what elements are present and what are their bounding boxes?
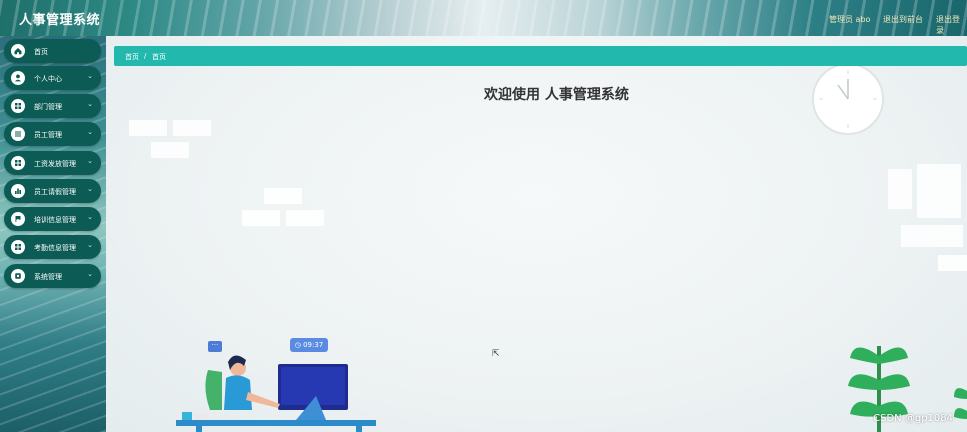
chevron-down-icon: ⌄ (87, 241, 93, 249)
sidebar-item-leave[interactable]: 员工请假管理 ⌄ (4, 179, 101, 203)
current-user-label: 管理员 abo (829, 15, 871, 24)
sidebar-item-label: 部门管理 (34, 103, 62, 111)
sidebar-item-label: 个人中心 (34, 75, 62, 83)
decor-tile (242, 210, 280, 226)
chevron-down-icon: ⌄ (87, 100, 93, 108)
sidebar-item-label: 考勤信息管理 (34, 244, 76, 252)
app-title: 人事管理系统 (19, 13, 101, 28)
decor-tile (286, 210, 324, 226)
sidebar-item-employee[interactable]: 员工管理 ⌄ (4, 122, 101, 146)
chevron-down-icon: ⌄ (87, 157, 93, 165)
sidebar-item-label: 员工管理 (34, 131, 62, 139)
plant-illustration (954, 388, 967, 419)
sidebar-item-salary[interactable]: 工资发放管理 ⌄ (4, 151, 101, 175)
decor-tile (173, 120, 211, 136)
sidebar-item-label: 培训信息管理 (34, 216, 76, 224)
sidebar-item-training[interactable]: 培训信息管理 ⌄ (4, 207, 101, 231)
decor-tile (151, 142, 189, 158)
decor-tile (129, 120, 167, 136)
sidebar-item-system[interactable]: 系统管理 ⌄ (4, 264, 101, 288)
decor-tile (888, 169, 912, 209)
sidebar-item-department[interactable]: 部门管理 ⌄ (4, 94, 101, 118)
flag-icon (11, 212, 25, 226)
back-to-frontend-link[interactable]: 退出到前台 (883, 14, 923, 25)
chevron-down-icon: ⌄ (87, 270, 93, 278)
breadcrumb-home-link[interactable]: 首页 (125, 52, 139, 62)
grid-icon (11, 99, 25, 113)
grid-icon (11, 156, 25, 170)
watermark: CSDN @gp1084 (873, 413, 953, 424)
office-worker-illustration (176, 355, 376, 432)
sidebar-item-label: 首页 (34, 48, 48, 56)
chevron-down-icon: ⌄ (87, 128, 93, 136)
chevron-down-icon: ⌄ (87, 72, 93, 80)
chevron-down-icon: ⌄ (87, 185, 93, 193)
list-icon (11, 127, 25, 141)
wall-clock-illustration (812, 63, 884, 135)
decor-tile (917, 164, 961, 218)
page-title: 欢迎使用 人事管理系统 (484, 87, 629, 103)
breadcrumb-current: 首页 (152, 53, 166, 61)
user-icon (11, 71, 25, 85)
grid-icon (11, 240, 25, 254)
sidebar: 首页 个人中心 ⌄ 部门管理 ⌄ 员工管理 ⌄ 工资发放管理 ⌄ 员工请假管理 (0, 36, 106, 432)
decor-tile (264, 188, 302, 204)
sidebar-item-label: 员工请假管理 (34, 188, 76, 196)
mouse-cursor-icon: ⇱ (492, 349, 500, 359)
sidebar-item-attendance[interactable]: 考勤信息管理 ⌄ (4, 235, 101, 259)
sidebar-item-personal-center[interactable]: 个人中心 ⌄ (4, 66, 101, 90)
breadcrumb: 首页 / 首页 (114, 46, 967, 66)
main-content: 首页 / 首页 欢迎使用 人事管理系统 ··· ◷ 09:37 ⇱ (106, 36, 967, 432)
sidebar-item-home[interactable]: 首页 (4, 39, 101, 63)
decor-tile (901, 225, 963, 247)
logout-link[interactable]: 退出登录 (936, 14, 967, 36)
sidebar-item-label: 工资发放管理 (34, 160, 76, 168)
chevron-down-icon: ⌄ (87, 213, 93, 221)
top-header: 人事管理系统 管理员 abo 退出到前台 退出登录 (0, 0, 967, 37)
sidebar-item-label: 系统管理 (34, 273, 62, 281)
bar-chart-icon (11, 184, 25, 198)
home-icon (11, 44, 25, 58)
breadcrumb-separator: / (144, 52, 147, 60)
settings-icon (11, 269, 25, 283)
decor-tile (938, 255, 967, 271)
